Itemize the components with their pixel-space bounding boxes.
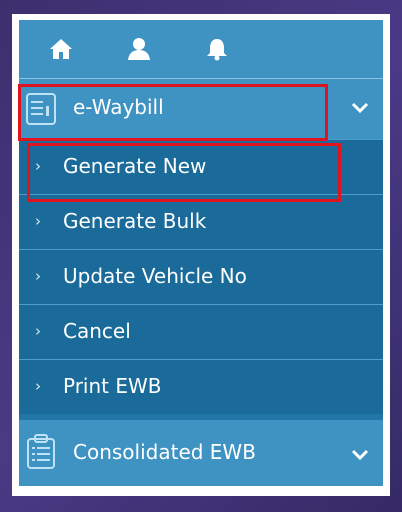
chevron-right-icon: ›: [35, 322, 41, 340]
submenu-item-update-vehicle-no[interactable]: › Update Vehicle No: [19, 249, 383, 304]
submenu-item-generate-bulk[interactable]: › Generate Bulk: [19, 194, 383, 249]
submenu-item-print-ewb[interactable]: › Print EWB: [19, 359, 383, 414]
submenu-item-label: Update Vehicle No: [63, 264, 247, 288]
submenu-item-label: Print EWB: [63, 374, 162, 398]
section-consolidated-ewb[interactable]: Consolidated EWB: [19, 420, 383, 486]
highlight-generate-new: [27, 143, 341, 202]
bell-icon[interactable]: [201, 35, 233, 63]
section-consolidated-label: Consolidated EWB: [73, 440, 256, 464]
chevron-right-icon: ›: [35, 212, 41, 230]
submenu-item-label: Generate Bulk: [63, 209, 207, 233]
chevron-right-icon: ›: [35, 267, 41, 285]
clipboard-list-icon: [25, 434, 57, 474]
chevron-down-icon[interactable]: [351, 99, 369, 118]
submenu-item-cancel[interactable]: › Cancel: [19, 304, 383, 359]
chevron-right-icon: ›: [35, 377, 41, 395]
highlight-ewaybill: [18, 84, 328, 141]
top-icon-bar: [19, 20, 383, 79]
chevron-down-icon[interactable]: [351, 446, 369, 465]
submenu-item-label: Cancel: [63, 319, 131, 343]
home-icon[interactable]: [45, 35, 77, 63]
user-icon[interactable]: [123, 35, 155, 63]
